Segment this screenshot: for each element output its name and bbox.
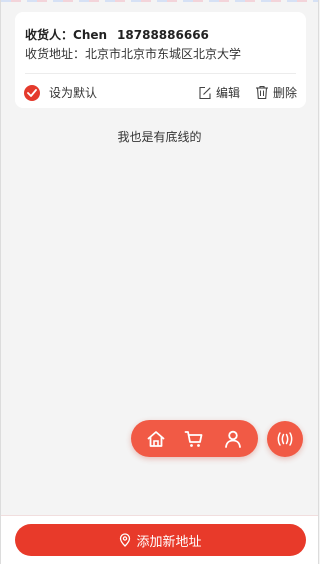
floating-toggle-button[interactable] <box>267 421 303 457</box>
floating-cart-button[interactable] <box>179 424 209 454</box>
recipient-phone: 18788886666 <box>117 28 209 42</box>
edit-icon <box>199 86 211 99</box>
recipient-label: 收货人： <box>25 28 74 42</box>
floating-nav <box>131 420 258 457</box>
add-address-label: 添加新地址 <box>136 534 202 550</box>
cart-icon <box>185 430 203 447</box>
delete-label: 删除 <box>273 86 298 100</box>
address-card[interactable]: 收货人：Chen 18788886666 收货地址：北京市北京市东城区北京大学 设… <box>15 12 306 108</box>
trash-icon <box>256 85 268 100</box>
footer-bar: 添加新地址 <box>1 515 318 564</box>
card-divider <box>25 73 296 74</box>
set-default-label: 设为默认 <box>49 86 98 100</box>
recipient-line: 收货人：Chen 18788886666 <box>25 26 209 43</box>
location-pin-icon <box>120 533 131 547</box>
waves-icon <box>277 432 293 446</box>
top-edge-decoration <box>1 0 318 2</box>
set-default-toggle[interactable]: 设为默认 <box>24 84 97 101</box>
floating-home-button[interactable] <box>141 424 171 454</box>
address-line: 收货地址：北京市北京市东城区北京大学 <box>25 45 241 62</box>
edit-button[interactable]: 编辑 <box>198 84 240 101</box>
floating-user-button[interactable] <box>218 424 248 454</box>
list-end-text: 我也是有底线的 <box>117 130 202 144</box>
address-label: 收货地址： <box>25 47 86 61</box>
delete-button[interactable]: 删除 <box>255 84 297 101</box>
add-address-button[interactable]: 添加新地址 <box>15 524 306 556</box>
check-circle-icon <box>24 84 40 101</box>
home-icon <box>147 430 165 447</box>
address-text: 北京市北京市东城区北京大学 <box>85 47 242 61</box>
recipient-name: Chen <box>73 28 108 42</box>
user-icon <box>224 430 241 448</box>
app-frame: 收货人：Chen 18788886666 收货地址：北京市北京市东城区北京大学 设… <box>0 0 319 564</box>
edit-label: 编辑 <box>216 86 241 100</box>
